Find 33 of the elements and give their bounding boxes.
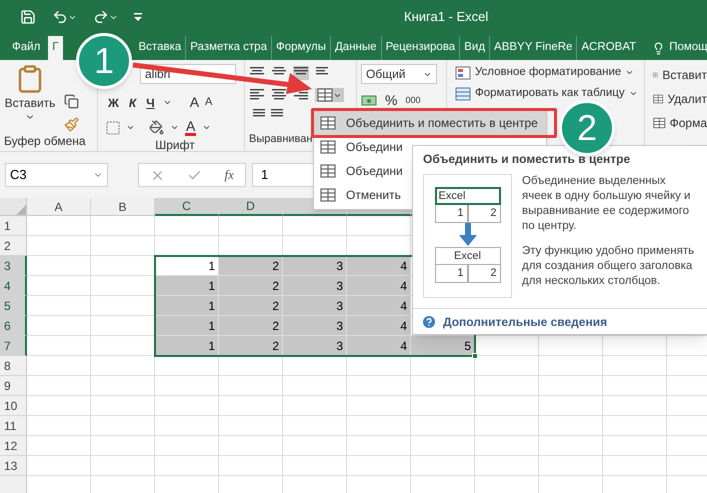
grid-cell: 2 <box>219 276 283 296</box>
grid-cell: 4 <box>347 256 411 276</box>
example-header-cell: Excel <box>434 187 500 205</box>
example-cell: 2 <box>468 205 500 223</box>
grid-cell: 1 <box>155 256 219 276</box>
tooltip-text: Эту функцию удобно применять для создания общего заголовка для нескольких столбцов. <box>522 244 696 289</box>
example-header-cell: Excel <box>434 247 500 265</box>
group-label: Шрифт <box>154 137 196 154</box>
grid-cell: 4 <box>347 336 411 356</box>
group-label: Выравниван <box>249 132 312 146</box>
window-title: Книга1 - Excel <box>404 8 488 26</box>
grid-cell: 1 <box>155 316 219 336</box>
group-label: Буфер обмена <box>3 133 87 150</box>
grid-cell: 2 <box>219 316 283 336</box>
tooltip-text: Объединение выделенных ячеек в одну большую ячейку и выравнивание ее содержимого по центру. <box>522 174 692 234</box>
grid-cell: 2 <box>219 256 283 276</box>
grid-cell: 3 <box>283 316 347 336</box>
grid-cell: 3 <box>283 256 347 276</box>
grid-cell: 4 <box>347 316 411 336</box>
example-cell: 1 <box>434 265 468 283</box>
example-cell: 2 <box>468 265 500 283</box>
grid-cell: 3 <box>283 276 347 296</box>
grid-cell: 5 <box>411 336 475 356</box>
grid-cell: 1 <box>155 276 219 296</box>
grid-cell: 4 <box>347 296 411 316</box>
grid-cell: 3 <box>283 296 347 316</box>
grid-cell: 3 <box>283 336 347 356</box>
grid-cell: 2 <box>219 336 283 356</box>
grid-cell: 4 <box>347 276 411 296</box>
example-cell: 1 <box>434 205 468 223</box>
grid-cell: 1 <box>155 296 219 316</box>
grid-cell: 2 <box>219 296 283 316</box>
grid-cell: 1 <box>155 336 219 356</box>
